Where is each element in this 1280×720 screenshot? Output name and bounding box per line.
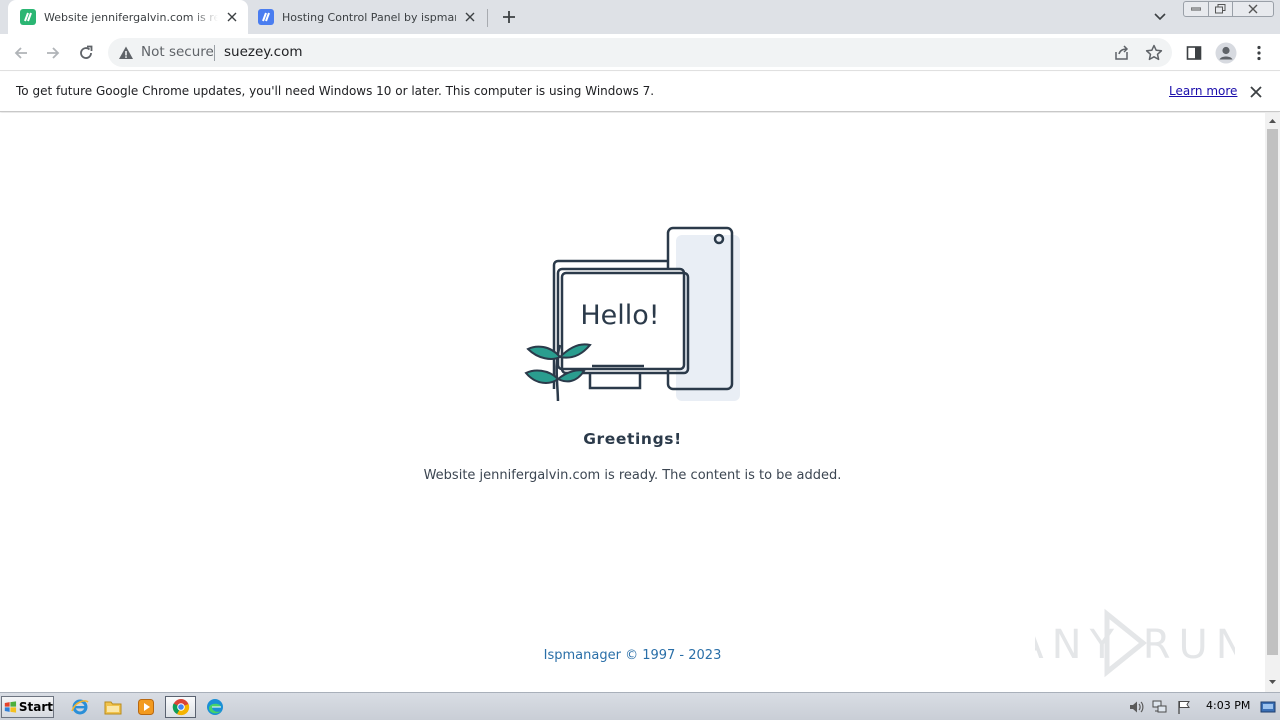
media-player-icon[interactable]	[134, 696, 158, 718]
tab-title: Website jennifergalvin.com is ready. The…	[44, 10, 218, 24]
infobar-message: To get future Google Chrome updates, you…	[16, 84, 655, 98]
security-status[interactable]: Not secure	[141, 44, 214, 60]
tab-close-icon[interactable]	[462, 9, 478, 25]
reload-icon[interactable]	[73, 40, 99, 66]
warning-icon[interactable]	[118, 45, 134, 61]
bookmark-star-icon[interactable]	[1144, 43, 1164, 63]
profile-avatar-icon[interactable]	[1213, 40, 1239, 66]
start-label: Start	[18, 700, 53, 714]
start-button[interactable]: Start	[1, 696, 54, 718]
tab-close-icon[interactable]	[224, 9, 240, 25]
ispmanager-favicon-icon	[20, 9, 36, 25]
ready-message: Website jennifergalvin.com is ready. The…	[423, 468, 842, 483]
window-restore-button[interactable]	[1208, 1, 1233, 17]
window-close-button[interactable]	[1232, 1, 1274, 17]
watermark-text: ANY RUN	[1035, 622, 1235, 668]
vertical-scrollbar[interactable]	[1265, 113, 1280, 692]
tab-separator	[487, 9, 488, 27]
action-center-flag-icon[interactable]	[1176, 699, 1192, 715]
page-viewport: Hello! Greetings! Website jennifergalvin…	[0, 113, 1265, 692]
hello-illustration: Hello!	[524, 226, 740, 401]
tab-strip: Website jennifergalvin.com is ready. The…	[0, 0, 1280, 34]
chevron-down-icon[interactable]	[1150, 8, 1170, 26]
learn-more-link[interactable]: Learn more	[1169, 84, 1237, 98]
illustration-hello-text: Hello!	[580, 300, 659, 331]
close-icon[interactable]	[1247, 83, 1265, 101]
windows-logo-icon	[4, 701, 17, 713]
chrome-icon[interactable]	[165, 696, 196, 718]
forward-arrow-icon[interactable]	[40, 40, 66, 66]
side-panel-icon[interactable]	[1181, 40, 1207, 66]
show-desktop-icon[interactable]	[1260, 699, 1276, 715]
tab-hosting-control-panel[interactable]: Hosting Control Panel by ispmanager	[250, 0, 486, 34]
greeting-heading: Greetings!	[583, 430, 682, 448]
internet-explorer-icon[interactable]	[68, 696, 92, 718]
window-minimize-button[interactable]	[1183, 1, 1209, 17]
edge-icon[interactable]	[203, 696, 227, 718]
address-bar[interactable]: Not secure suezey.com	[108, 38, 1172, 67]
volume-icon[interactable]	[1128, 699, 1144, 715]
anyrun-watermark: ANY RUN	[1035, 608, 1235, 678]
network-icon[interactable]	[1152, 699, 1168, 715]
url-text[interactable]: suezey.com	[224, 44, 302, 60]
ispmanager-favicon-icon	[258, 9, 274, 25]
scroll-down-arrow-icon[interactable]	[1265, 676, 1280, 688]
kebab-menu-icon[interactable]	[1246, 40, 1272, 66]
scroll-up-arrow-icon[interactable]	[1265, 115, 1280, 127]
tab-jennifergalvin[interactable]: Website jennifergalvin.com is ready. The…	[8, 0, 248, 34]
address-divider	[214, 45, 215, 61]
scroll-thumb[interactable]	[1267, 129, 1278, 655]
tab-title: Hosting Control Panel by ispmanager	[282, 10, 456, 24]
file-explorer-icon[interactable]	[101, 696, 125, 718]
share-icon[interactable]	[1112, 43, 1132, 63]
windows-taskbar: Start 4:03 PM	[0, 692, 1280, 720]
plus-icon[interactable]	[498, 6, 520, 28]
back-arrow-icon[interactable]	[8, 40, 34, 66]
browser-toolbar: Not secure suezey.com	[0, 34, 1280, 71]
system-tray: 4:03 PM	[1120, 695, 1280, 719]
update-infobar: To get future Google Chrome updates, you…	[0, 72, 1280, 112]
taskbar-clock[interactable]: 4:03 PM	[1206, 699, 1250, 712]
